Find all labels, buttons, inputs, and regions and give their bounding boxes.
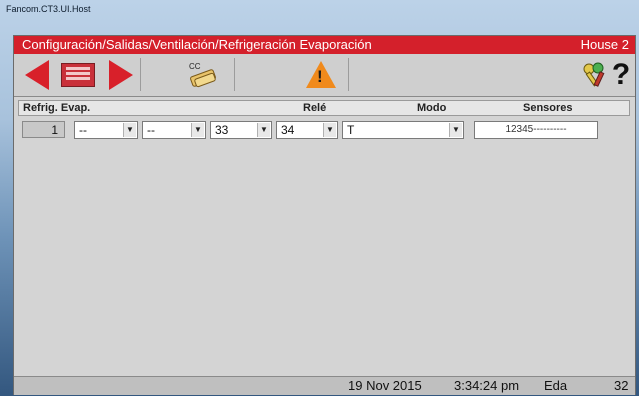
status-number: 32 (614, 378, 629, 393)
warning-button[interactable]: ! (304, 58, 338, 91)
toolbar: CC ! ? (14, 54, 635, 97)
page-title: Configuración/Salidas/Ventilación/Refrig… (22, 37, 372, 52)
keys-button[interactable] (579, 58, 609, 91)
forward-button[interactable] (106, 58, 136, 91)
evap-select-1[interactable]: -- ▼ (74, 121, 138, 139)
modo-select[interactable]: T ▼ (342, 121, 464, 139)
status-time: 3:34:24 pm (454, 378, 520, 393)
header-refrig: Refrig. Evap. (23, 102, 91, 114)
chevron-down-icon[interactable]: ▼ (191, 123, 204, 137)
status-user: Eda (544, 378, 568, 393)
help-icon: ? (611, 57, 631, 91)
list-button[interactable] (58, 58, 98, 91)
toolbar-divider (140, 58, 141, 91)
chevron-down-icon[interactable]: ▼ (323, 123, 336, 137)
window-title: Fancom.CT3.UI.Host (6, 4, 91, 14)
sensors-field[interactable]: 12345---------- (474, 121, 598, 139)
table-header: Refrig. Evap. Relé Modo Sensores (18, 100, 630, 116)
help-button[interactable]: ? (610, 58, 632, 91)
keys-icon (579, 60, 609, 90)
toolbar-divider (234, 58, 235, 91)
list-icon (61, 62, 95, 87)
chevron-down-icon[interactable]: ▼ (257, 123, 270, 137)
cc-icon: CC (185, 60, 223, 90)
row-index: 1 (22, 121, 65, 138)
cc-button[interactable]: CC (182, 58, 226, 91)
combo-value: -- (147, 123, 155, 137)
rele-select-2[interactable]: 34 ▼ (276, 121, 338, 139)
back-arrow-icon (25, 59, 49, 90)
house-label: House 2 (580, 37, 629, 52)
cc-text: CC (189, 62, 201, 71)
status-bar: 19 Nov 2015 3:34:24 pm Eda 32 (14, 376, 635, 395)
warning-icon: ! (306, 61, 336, 88)
header-modo: Modo (417, 102, 447, 114)
combo-value: T (347, 123, 355, 137)
chevron-down-icon[interactable]: ▼ (449, 123, 462, 137)
header-rele: Relé (303, 102, 327, 114)
chevron-down-icon[interactable]: ▼ (123, 123, 136, 137)
status-date: 19 Nov 2015 (348, 378, 422, 393)
app-client-area: Configuración/Salidas/Ventilación/Refrig… (13, 35, 636, 395)
table-row: 1 -- ▼ -- ▼ 33 ▼ 34 ▼ T ▼ 12345---------… (18, 120, 630, 142)
header-sensores: Sensores (523, 102, 573, 114)
evap-select-2[interactable]: -- ▼ (142, 121, 206, 139)
page-titlebar: Configuración/Salidas/Ventilación/Refrig… (14, 36, 635, 54)
back-button[interactable] (22, 58, 52, 91)
combo-value: 34 (281, 123, 295, 137)
combo-value: -- (79, 123, 87, 137)
window-frame: Fancom.CT3.UI.Host Configuración/Salidas… (0, 0, 639, 396)
combo-value: 33 (215, 123, 229, 137)
rele-select-1[interactable]: 33 ▼ (210, 121, 272, 139)
warning-glyph: ! (317, 67, 323, 86)
toolbar-divider (348, 58, 349, 91)
forward-arrow-icon (109, 59, 133, 90)
